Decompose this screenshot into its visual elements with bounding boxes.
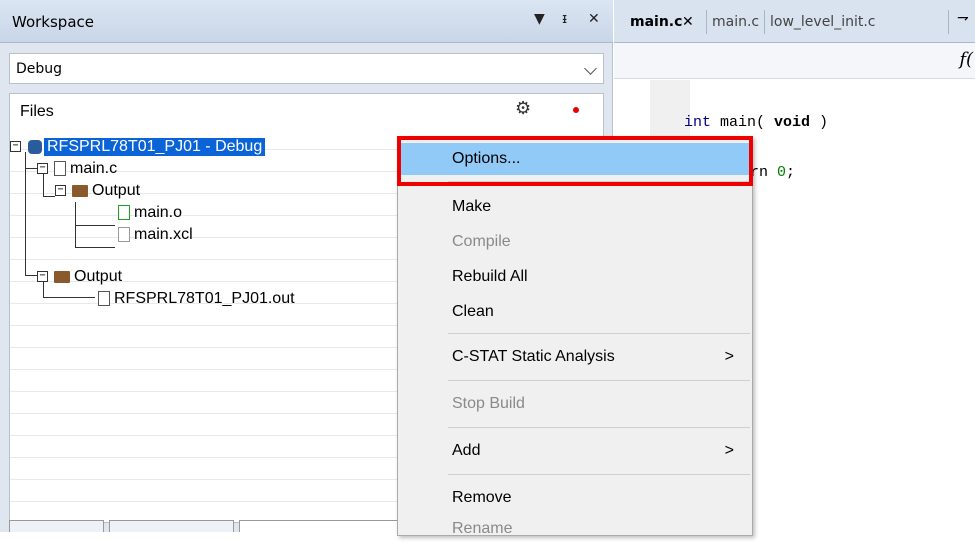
code-text: )	[810, 114, 829, 131]
menu-item-stop-build[interactable]: Stop Build	[398, 388, 752, 420]
function-navigator-icon[interactable]: f(	[959, 49, 973, 70]
file-label: main.o	[134, 204, 183, 221]
collapse-toggle-icon[interactable]: −	[10, 141, 21, 152]
menu-item-compile[interactable]: Compile	[398, 226, 752, 258]
project-icon	[28, 140, 42, 154]
folder-icon	[54, 271, 70, 283]
pin-icon[interactable]: ᵻ	[562, 11, 567, 27]
code-line[interactable]: int main( void )	[684, 114, 828, 131]
file-icon	[118, 227, 130, 242]
code-text: ;	[786, 164, 796, 181]
menu-item-options[interactable]: Options...	[398, 143, 752, 175]
menu-item-label: Compile	[452, 233, 511, 250]
tab-main-c-active[interactable]: main.c	[630, 14, 682, 30]
code-text: main(	[711, 114, 775, 131]
menu-item-rename[interactable]: Rename	[398, 513, 752, 545]
code-text: rn	[750, 164, 778, 181]
menu-item-label: C-STAT Static Analysis	[452, 348, 615, 365]
chevron-down-icon	[584, 62, 597, 75]
project-label: RFSPRL78T01_PJ01 - Debug	[44, 138, 266, 156]
collapse-toggle-icon[interactable]: −	[37, 163, 48, 174]
workspace-title: Workspace	[12, 13, 94, 31]
code-number: 0	[777, 164, 787, 181]
close-icon[interactable]: ✕	[588, 11, 600, 27]
menu-item-label: Rename	[452, 520, 513, 537]
menu-item-make[interactable]: Make	[398, 191, 752, 223]
code-keyword: int	[684, 114, 712, 131]
close-icon[interactable]: ✕	[682, 14, 694, 30]
folder-icon	[72, 185, 88, 197]
collapse-toggle-icon[interactable]: −	[37, 271, 48, 282]
menu-item-remove[interactable]: Remove	[398, 482, 752, 514]
tab-main-c[interactable]: main.c	[712, 14, 759, 30]
menu-item-add[interactable]: Add >	[398, 435, 752, 467]
menu-item-label: Remove	[452, 489, 512, 506]
collapse-toggle-icon[interactable]: −	[55, 185, 66, 196]
workspace-bottom-tabs	[9, 520, 409, 532]
files-column-header: Files	[20, 103, 54, 120]
context-menu: Options... Make Compile Rebuild All Clea…	[397, 136, 753, 537]
tree-header: Files ⚙	[10, 94, 603, 127]
object-file-icon	[118, 205, 130, 220]
c-file-icon	[54, 161, 66, 176]
folder-label: Output	[92, 182, 141, 199]
menu-item-label: Stop Build	[452, 395, 525, 412]
menu-item-label: Clean	[452, 303, 494, 320]
tab-low-level-init[interactable]: low_level_init.c	[770, 14, 876, 30]
submenu-arrow-icon: >	[724, 442, 734, 459]
bottom-tab[interactable]	[239, 520, 404, 532]
bottom-tab[interactable]	[9, 520, 104, 532]
gear-icon[interactable]: ⚙	[515, 98, 531, 119]
code-keyword: void	[774, 114, 811, 131]
menu-item-label: Rebuild All	[452, 268, 528, 285]
menu-item-clean[interactable]: Clean	[398, 296, 752, 328]
dropdown-arrow-icon[interactable]: ▼	[534, 11, 545, 27]
submenu-arrow-icon: >	[724, 348, 734, 365]
bottom-tab[interactable]	[109, 520, 234, 532]
configuration-value: Debug	[16, 61, 63, 77]
folder-label: Output	[74, 268, 123, 285]
function-bar: f(	[614, 43, 975, 79]
file-label: RFSPRL78T01_PJ01.out	[114, 290, 295, 307]
menu-item-label: Add	[452, 442, 481, 459]
tab-overflow-icon[interactable]: ⇁	[957, 10, 969, 26]
file-icon	[98, 291, 110, 306]
file-label: main.xcl	[134, 226, 193, 243]
menu-item-label: Make	[452, 198, 492, 215]
code-line[interactable]: rn 0;	[750, 164, 795, 181]
menu-item-rebuild-all[interactable]: Rebuild All	[398, 261, 752, 293]
workspace-titlebar: Workspace ▼ ᵻ ✕	[0, 0, 613, 43]
editor-tabbar: main.c ✕ main.c low_level_init.c ⇁	[614, 0, 975, 43]
menu-item-cstat[interactable]: C-STAT Static Analysis >	[398, 341, 752, 373]
configuration-dropdown[interactable]: Debug	[9, 53, 604, 84]
menu-item-label: Options...	[452, 150, 521, 167]
file-label: main.c	[70, 160, 118, 177]
status-dot-icon	[573, 107, 579, 113]
